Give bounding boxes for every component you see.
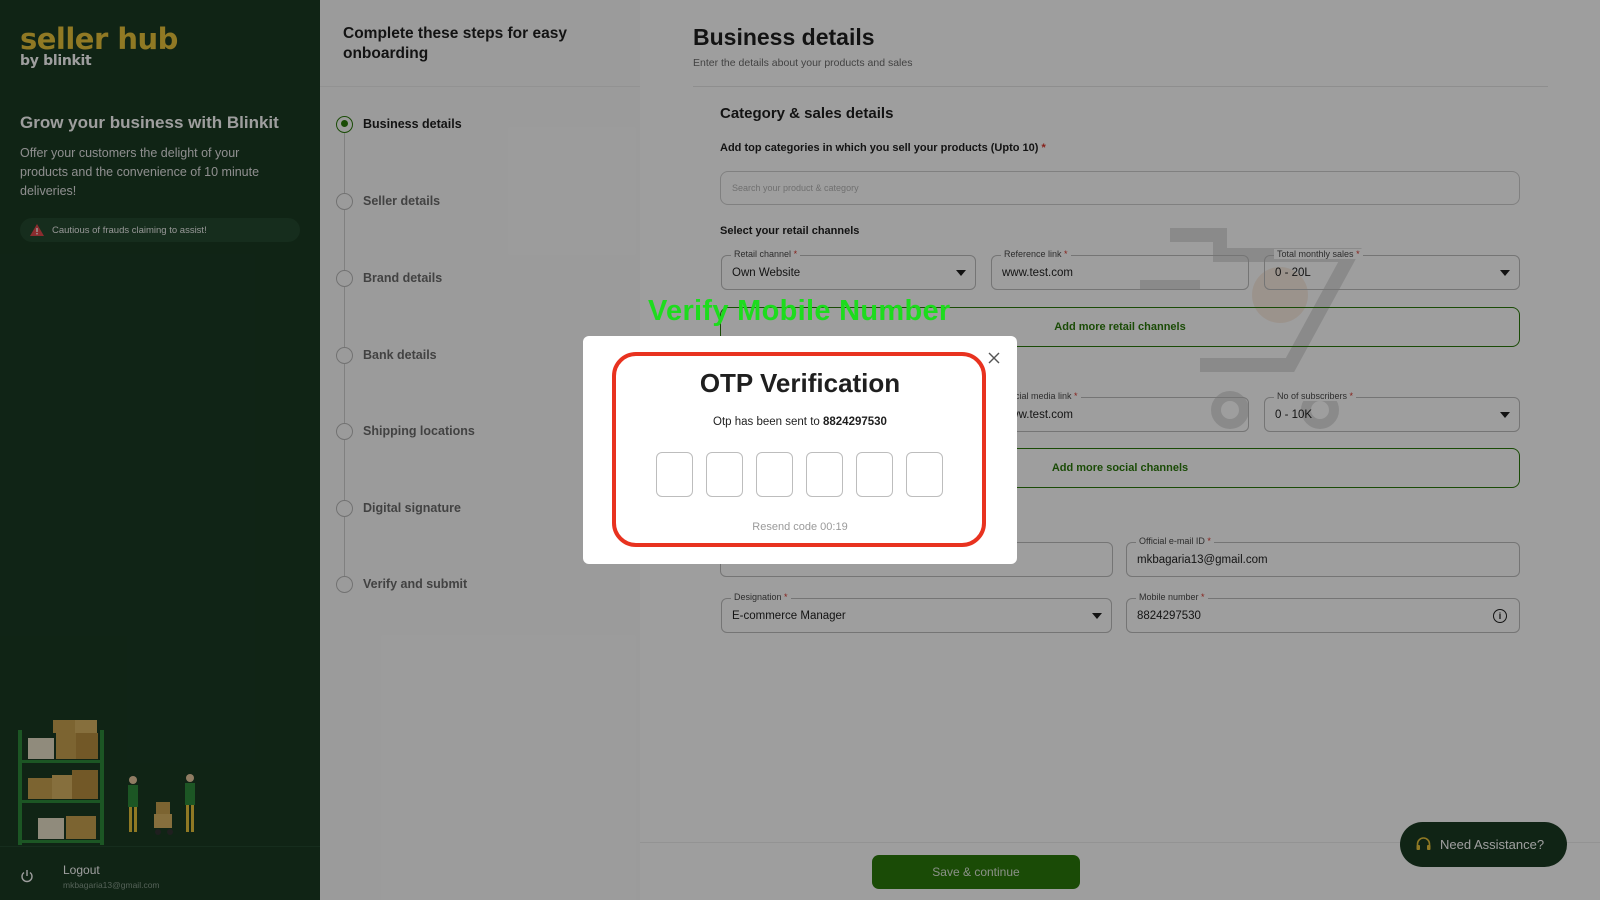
otp-verification-dialog: OTP Verification Otp has been sent to 88…	[583, 336, 1017, 564]
otp-digit-input[interactable]	[906, 452, 943, 497]
close-icon[interactable]	[987, 351, 1001, 365]
otp-title: OTP Verification	[699, 368, 901, 398]
otp-message-prefix: Otp has been sent to	[713, 416, 820, 428]
otp-digit-input[interactable]	[656, 452, 693, 497]
otp-phone-number: 8824297530	[823, 416, 887, 428]
otp-digit-input[interactable]	[856, 452, 893, 497]
otp-digit-input[interactable]	[756, 452, 793, 497]
resend-code-timer: Resend code 00:19	[752, 521, 848, 533]
otp-input-row	[656, 452, 956, 497]
annotation-label: Verify Mobile Number	[648, 295, 951, 327]
otp-message: Otp has been sent to 8824297530	[583, 416, 1017, 428]
otp-digit-input[interactable]	[706, 452, 743, 497]
otp-digit-input[interactable]	[806, 452, 843, 497]
